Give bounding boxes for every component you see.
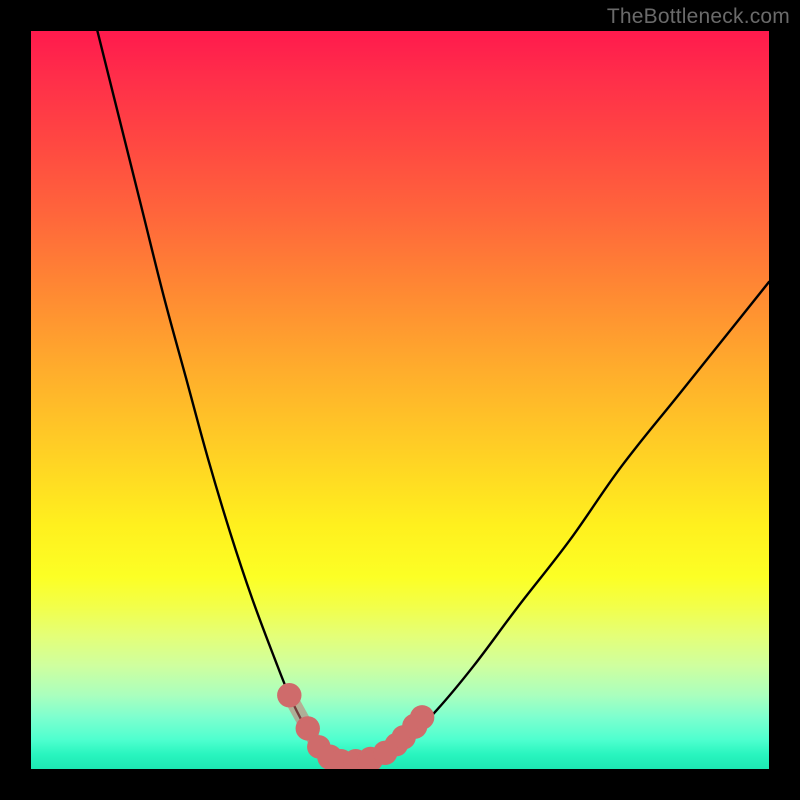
plot-area [31, 31, 769, 769]
curve-layer [31, 31, 769, 769]
curve-marker [277, 683, 301, 707]
bottleneck-curve [97, 31, 769, 762]
chart-frame: TheBottleneck.com [0, 0, 800, 800]
watermark-text: TheBottleneck.com [607, 5, 790, 29]
curve-markers [277, 683, 434, 769]
curve-marker [410, 705, 434, 729]
